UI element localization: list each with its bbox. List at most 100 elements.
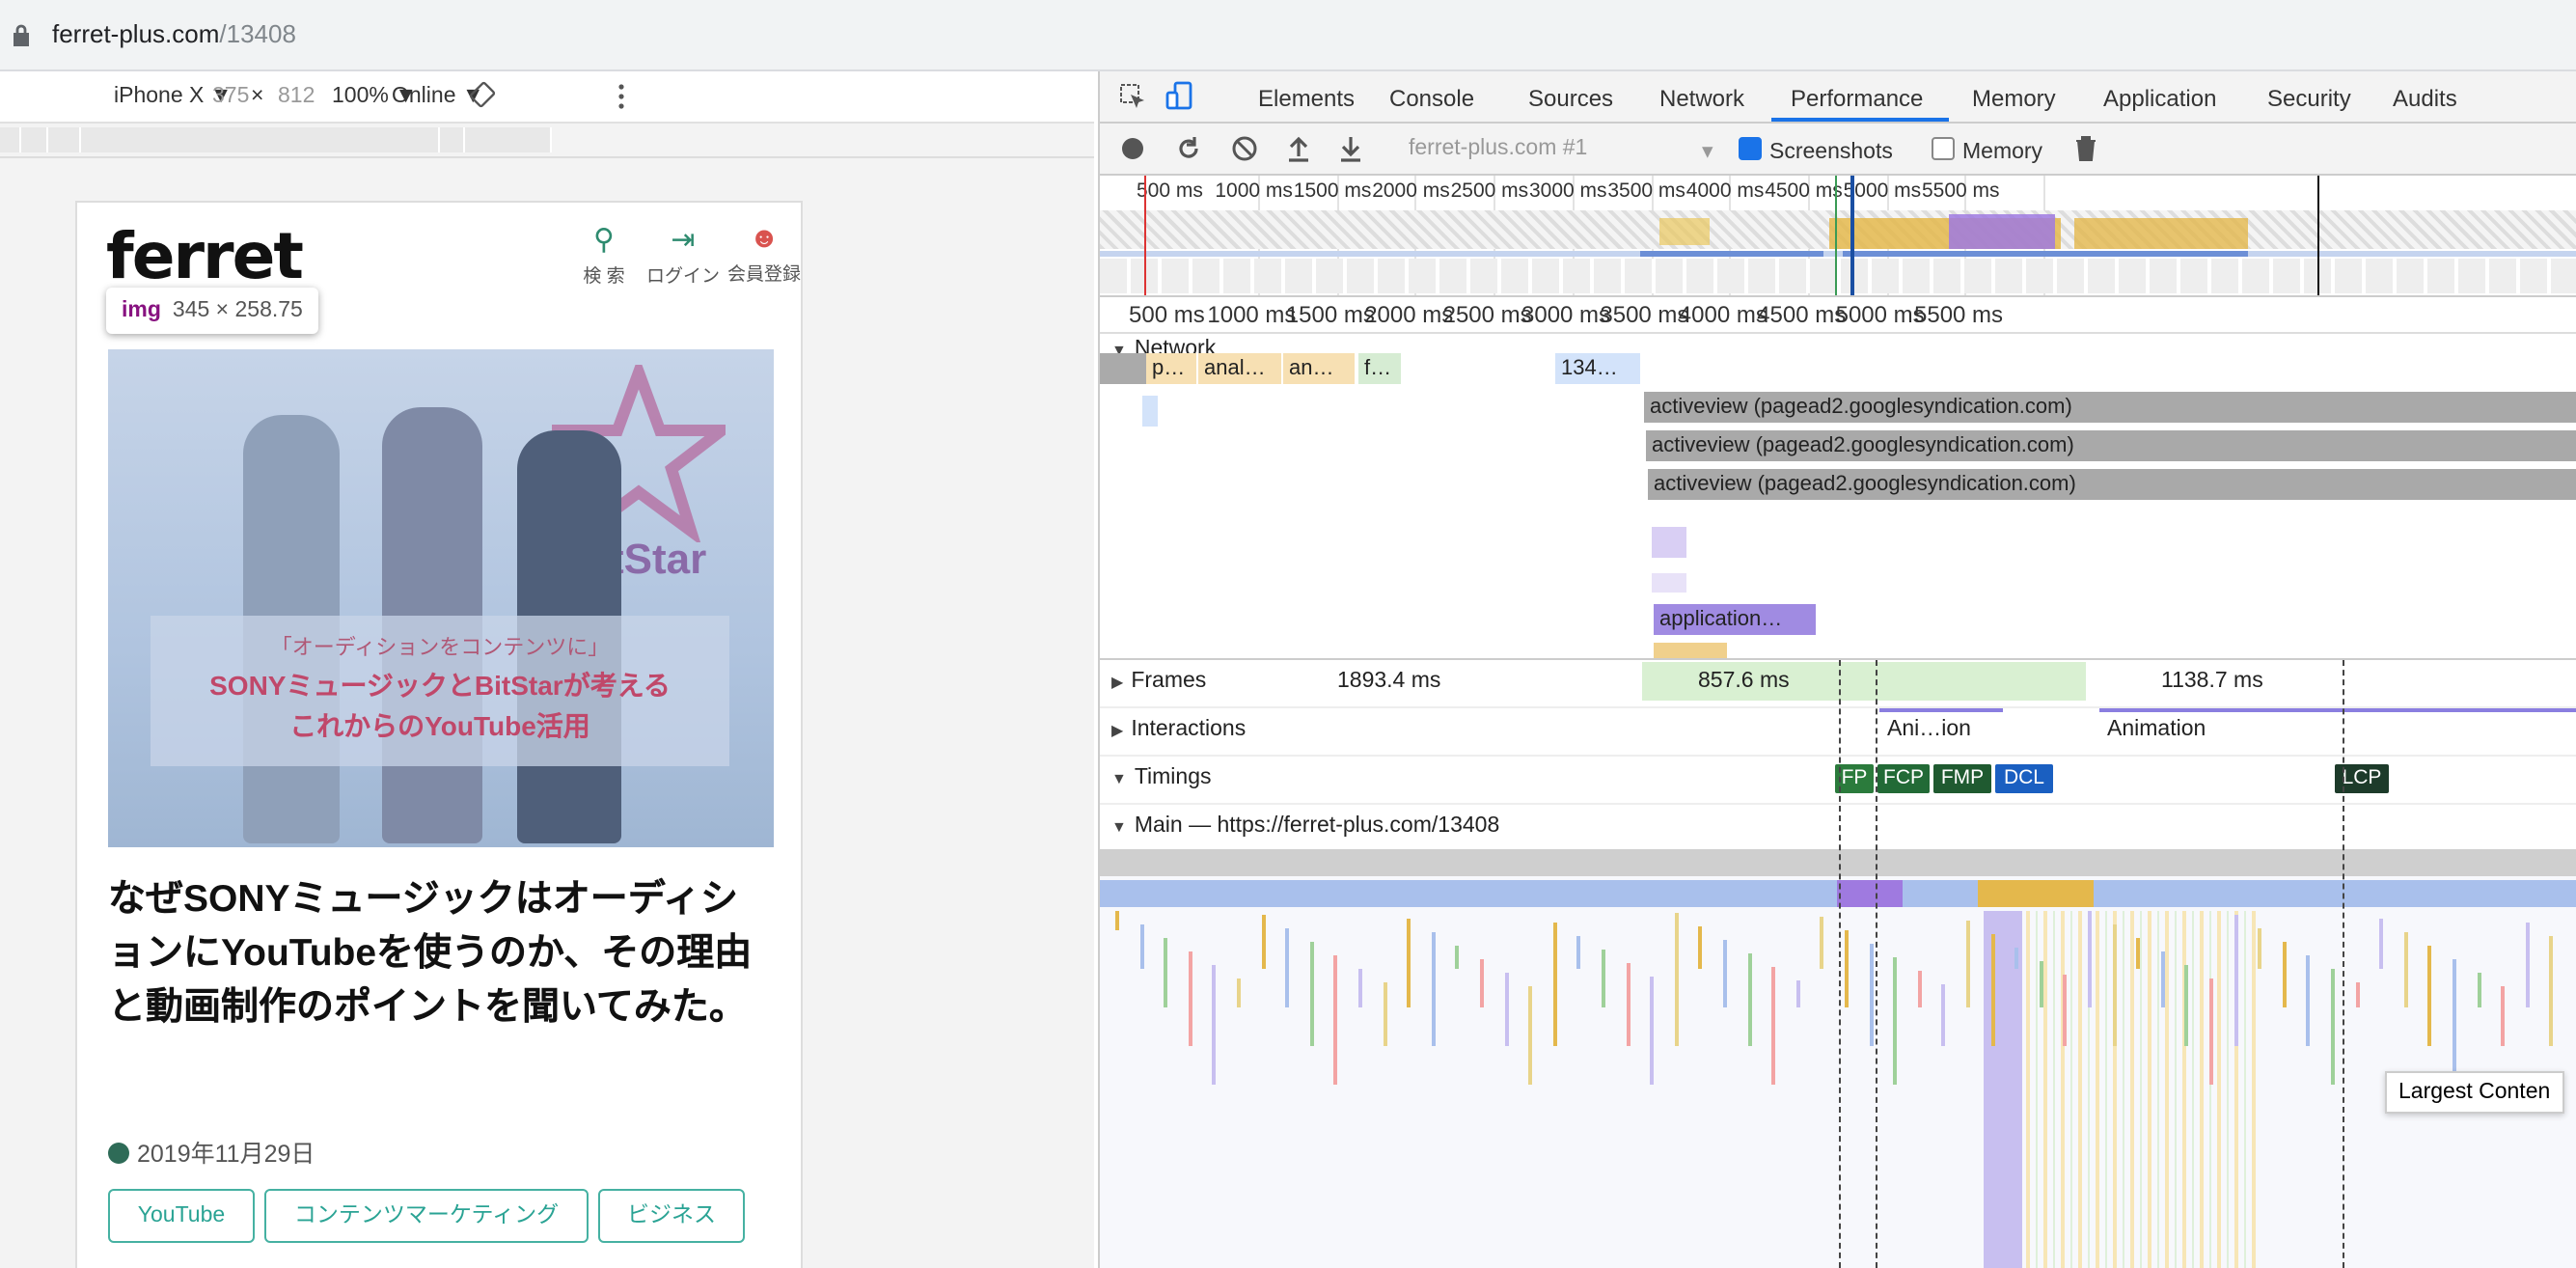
lock-icon xyxy=(14,24,29,46)
tab-sources[interactable]: Sources xyxy=(1528,85,1613,112)
timings-track[interactable]: ▼ Timings FP FCP FMP DCL LCP xyxy=(1100,757,2576,805)
device-viewport: ferret ⚲ 検 索 ⇥ ログイン ☻ 会員登録 img 345 × 258.… xyxy=(0,158,1094,1268)
network-request[interactable]: activeview (pagead2.googlesyndication.co… xyxy=(1646,430,2576,461)
record-icon[interactable] xyxy=(1121,137,1144,160)
main-thread-flame-chart[interactable] xyxy=(1100,849,2576,1268)
tag-business[interactable]: ビジネス xyxy=(598,1189,745,1243)
timeline-tracks: ▶ Frames 1893.4 ms 857.6 ms 1138.7 ms ▶ In… xyxy=(1100,660,2576,1268)
network-request[interactable]: anal… xyxy=(1198,353,1281,384)
scale-tick-label: 3500 ms xyxy=(1600,301,1689,328)
network-request[interactable]: 134… xyxy=(1555,353,1640,384)
device-mode-icon[interactable] xyxy=(1165,81,1196,112)
frame-duration: 857.6 ms xyxy=(1698,670,1790,693)
tab-elements[interactable]: Elements xyxy=(1258,85,1355,112)
download-icon[interactable] xyxy=(1339,135,1362,162)
screenshots-checkbox[interactable]: Screenshots xyxy=(1739,137,1893,164)
more-options-icon[interactable] xyxy=(617,83,625,110)
upload-icon[interactable] xyxy=(1287,135,1310,162)
network-request[interactable]: activeview (pagead2.googlesyndication.co… xyxy=(1648,469,2576,500)
register-button[interactable]: ☻ 会員登録 xyxy=(722,222,801,286)
overview-tick-label: 1500 ms xyxy=(1293,179,1372,203)
tooltip-size: 345 × 258.75 xyxy=(172,299,303,322)
checkbox-checked-icon xyxy=(1739,137,1762,160)
tab-console[interactable]: Console xyxy=(1389,85,1474,112)
screenshot-strip xyxy=(1100,259,2576,293)
height-input[interactable]: 812 xyxy=(278,85,315,108)
scale-tick-label: 4000 ms xyxy=(1678,301,1768,328)
recording-select[interactable]: ferret-plus.com #1 xyxy=(1409,137,1587,160)
width-input[interactable]: 375 xyxy=(212,85,249,108)
scale-tick-label: 2000 ms xyxy=(1364,301,1454,328)
add-user-icon: ☻ xyxy=(749,222,780,255)
article-title: なぜSONYミュージックはオーディションにYouTubeを使うのか、その理由と動… xyxy=(108,878,753,1029)
login-label: ログイン xyxy=(645,266,720,288)
scale-tick-label: 5000 ms xyxy=(1835,301,1925,328)
overview-tick-label: 3000 ms xyxy=(1529,179,1607,203)
scale-tick-label: 5500 ms xyxy=(1914,301,2004,328)
overview-tick-label: 1000 ms xyxy=(1215,179,1293,203)
timing-fcp[interactable]: FCP xyxy=(1877,764,1930,793)
search-icon: ⚲ xyxy=(593,224,615,257)
site-logo[interactable]: ferret xyxy=(106,218,304,293)
scale-tick-label: 500 ms xyxy=(1129,301,1205,328)
tab-application[interactable]: Application xyxy=(2103,85,2216,112)
reload-record-icon[interactable] xyxy=(1175,135,1202,162)
clear-icon[interactable] xyxy=(1231,135,1258,162)
tab-security[interactable]: Security xyxy=(2267,85,2351,112)
network-request[interactable]: activeview (pagead2.googlesyndication.co… xyxy=(1644,392,2576,423)
interaction-item[interactable]: Animation xyxy=(2107,718,2206,741)
tab-performance[interactable]: Performance xyxy=(1791,85,1923,112)
network-track[interactable]: ▼ Network p… anal… an… f… 134… activeview… xyxy=(1100,334,2576,662)
article-date: 2019年11月29日 xyxy=(108,1133,315,1170)
overview-tick-label: 3500 ms xyxy=(1607,179,1685,203)
checkbox-icon xyxy=(1932,137,1955,160)
tooltip-tag: img xyxy=(122,299,161,322)
address-bar[interactable]: ferret-plus.com/13408 xyxy=(0,0,2576,71)
frame-duration: 1893.4 ms xyxy=(1337,670,1441,693)
timing-fmp[interactable]: FMP xyxy=(1933,764,1991,793)
login-button[interactable]: ⇥ ログイン xyxy=(641,222,726,288)
tab-network[interactable]: Network xyxy=(1659,85,1744,112)
tag-content-marketing[interactable]: コンテンツマーケティング xyxy=(264,1189,589,1243)
triangle-down-icon: ▼ xyxy=(1111,818,1127,836)
rotate-icon[interactable] xyxy=(469,81,496,108)
timing-dcl[interactable]: DCL xyxy=(1995,764,2053,793)
timeline-overview[interactable]: 500 ms 1000 ms 1500 ms 2000 ms 2500 ms 3000 m… xyxy=(1100,176,2576,297)
overview-tick-label: 2000 ms xyxy=(1372,179,1450,203)
triangle-right-icon: ▶ xyxy=(1111,674,1124,691)
interaction-item[interactable]: Ani…ion xyxy=(1887,718,1971,741)
inspect-element-icon[interactable] xyxy=(1119,83,1146,110)
trash-icon[interactable] xyxy=(2074,135,2097,162)
performance-toolbar: ferret-plus.com #1 ▾ Screenshots Memory xyxy=(1100,124,2576,176)
overview-tick-label: 4500 ms xyxy=(1765,179,1843,203)
timing-tooltip: Largest Conten xyxy=(2385,1071,2564,1114)
hero-caption: 「オーディションをコンテンツに」 SONYミュージックとBitStarが考える … xyxy=(151,616,729,766)
overview-tick-label: 5500 ms xyxy=(1922,179,2000,203)
timing-fp[interactable]: FP xyxy=(1835,764,1874,793)
search-button[interactable]: ⚲ 検 索 xyxy=(575,222,633,288)
interactions-track[interactable]: ▶ Interactions Ani…ion Animation xyxy=(1100,708,2576,757)
scale-tick-label: 3000 ms xyxy=(1521,301,1611,328)
scale-tick-label: 2500 ms xyxy=(1442,301,1532,328)
network-request[interactable]: application… xyxy=(1654,604,1816,635)
search-label: 検 索 xyxy=(583,266,625,288)
frame-duration: 1138.7 ms xyxy=(2161,670,2263,693)
memory-checkbox[interactable]: Memory xyxy=(1932,137,2042,164)
tag-youtube[interactable]: YouTube xyxy=(108,1189,255,1243)
frames-track[interactable]: ▶ Frames 1893.4 ms 857.6 ms 1138.7 ms xyxy=(1100,660,2576,708)
overview-tick-label: 2500 ms xyxy=(1450,179,1529,203)
dimension-separator: × xyxy=(251,85,264,108)
hero-image[interactable]: BitStar 「オーディションをコンテンツに」 SONYミュージックとBitS… xyxy=(108,349,774,847)
timeline-scale: 500 ms 1000 ms 1500 ms 2000 ms 2500 ms 3000 m… xyxy=(1100,297,2576,334)
main-thread-track[interactable]: ▼ Main — https://ferret-plus.com/13408 xyxy=(1100,805,2576,851)
triangle-right-icon: ▶ xyxy=(1111,722,1124,739)
url-text[interactable]: ferret-plus.com/13408 xyxy=(52,19,296,48)
tab-audits[interactable]: Audits xyxy=(2393,85,2457,112)
tab-memory[interactable]: Memory xyxy=(1972,85,2056,112)
devtools-tabs: Elements Console Sources Network Perform… xyxy=(1100,71,2576,124)
clock-icon xyxy=(108,1143,129,1164)
chevron-down-icon: ▾ xyxy=(1702,141,1713,164)
network-request[interactable]: f… xyxy=(1358,353,1401,384)
network-request[interactable]: p… xyxy=(1146,353,1196,384)
network-request[interactable]: an… xyxy=(1283,353,1355,384)
